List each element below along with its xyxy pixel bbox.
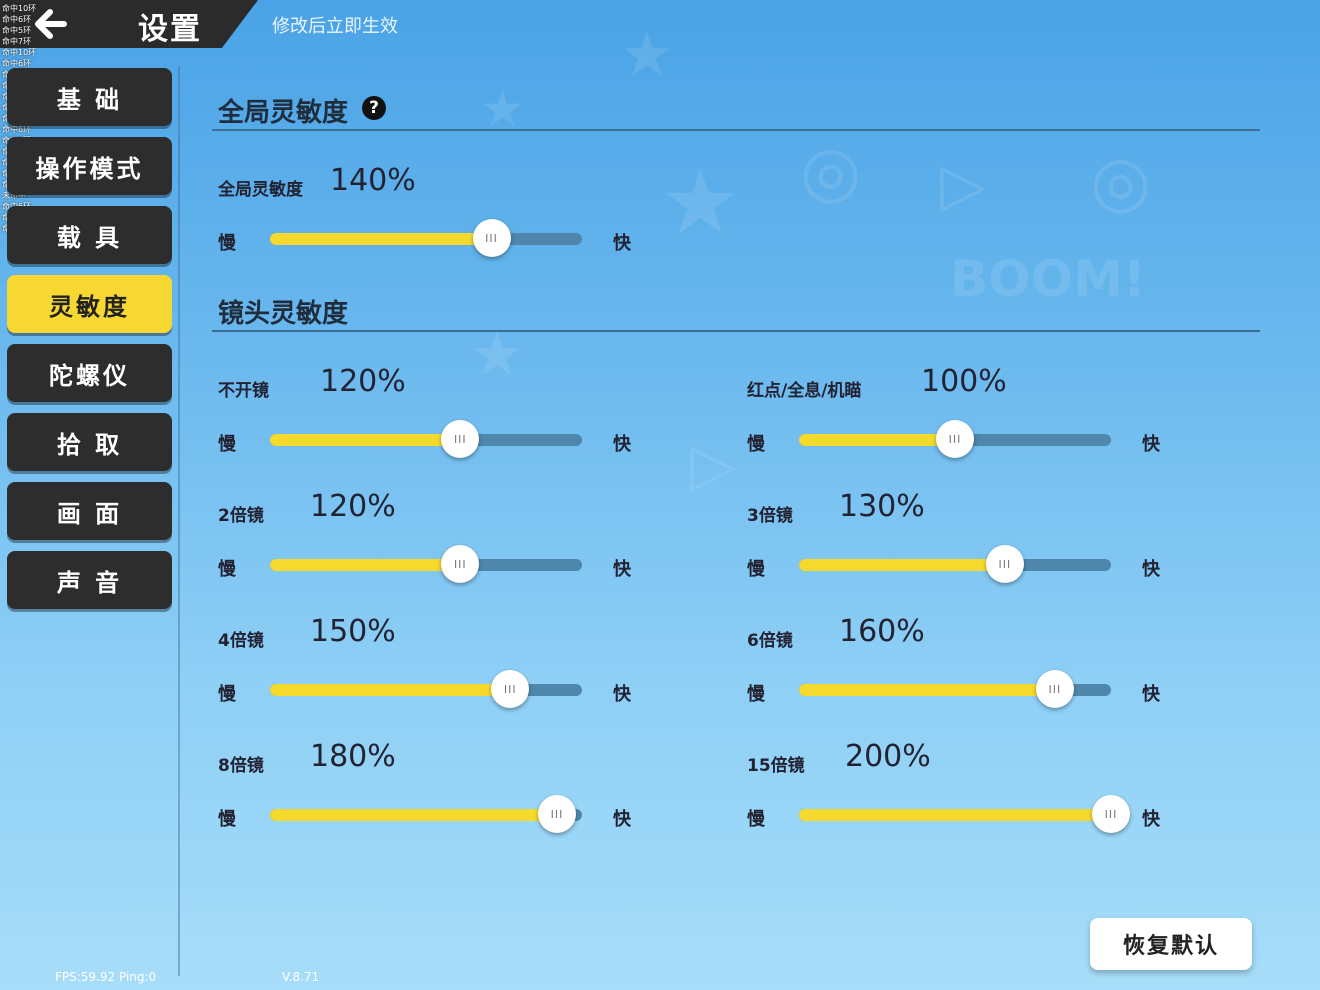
setting-value: 200%: [845, 739, 931, 774]
section-title-global: 全局灵敏度: [218, 98, 349, 128]
slow-label: 慢: [218, 684, 236, 705]
slow-label: 慢: [747, 809, 765, 830]
sensitivity-setting-3x: 3倍镜 130% 慢 III 快: [747, 489, 1207, 591]
sensitivity-slider[interactable]: III: [799, 420, 1111, 458]
slider-knob[interactable]: III: [1035, 670, 1074, 708]
setting-label: 15倍镜: [747, 756, 805, 776]
sidebar-item-pickup[interactable]: 拾 取: [7, 413, 172, 471]
section-divider: [212, 129, 1260, 131]
fast-label: 快: [1142, 434, 1160, 455]
setting-value: 160%: [839, 614, 925, 649]
fast-label: 快: [1142, 559, 1160, 580]
slider-fill: [799, 684, 1055, 696]
sensitivity-setting-6x: 6倍镜 160% 慢 III 快: [747, 614, 1207, 716]
reset-default-button[interactable]: 恢复默认: [1090, 918, 1252, 970]
setting-label: 3倍镜: [747, 506, 793, 526]
slow-label: 慢: [218, 559, 236, 580]
setting-value: 150%: [310, 614, 396, 649]
fast-label: 快: [613, 809, 631, 830]
slider-knob[interactable]: III: [472, 219, 511, 257]
slow-label: 慢: [747, 559, 765, 580]
setting-label: 全局灵敏度: [218, 180, 303, 200]
slow-label: 慢: [218, 233, 236, 254]
sensitivity-setting-no-scope: 不开镜 120% 慢 III 快: [218, 364, 678, 466]
slider-knob[interactable]: III: [985, 545, 1024, 583]
setting-label: 4倍镜: [218, 631, 264, 651]
setting-value: 140%: [330, 163, 416, 198]
hit-log-line: 命中10环: [2, 48, 37, 57]
fps-ping-readout: FPS:59.92 Ping:0: [55, 970, 157, 984]
slider-knob[interactable]: III: [1092, 795, 1130, 833]
sensitivity-setting-4x: 4倍镜 150% 慢 III 快: [218, 614, 678, 716]
sensitivity-setting-15x: 15倍镜 200% 慢 III 快: [747, 739, 1207, 841]
arrow-left-icon: [35, 9, 67, 39]
slider-knob[interactable]: III: [538, 795, 577, 833]
version-label: V.8.71: [282, 970, 320, 984]
slider-fill: [270, 233, 492, 245]
slow-label: 慢: [747, 434, 765, 455]
slider-fill: [270, 684, 511, 696]
sensitivity-slider[interactable]: III: [270, 795, 582, 833]
slow-label: 慢: [218, 809, 236, 830]
sensitivity-slider[interactable]: III: [270, 219, 582, 257]
setting-value: 120%: [310, 489, 396, 524]
sensitivity-setting-2x: 2倍镜 120% 慢 III 快: [218, 489, 678, 591]
slow-label: 慢: [218, 434, 236, 455]
sensitivity-setting-red-dot: 红点/全息/机瞄 100% 慢 III 快: [747, 364, 1207, 466]
setting-value: 130%: [839, 489, 925, 524]
slider-fill: [799, 434, 955, 446]
question-circle-icon[interactable]: ?: [362, 96, 386, 120]
back-button[interactable]: [30, 4, 70, 44]
slider-fill: [270, 809, 558, 821]
setting-label: 6倍镜: [747, 631, 793, 651]
sidebar: 基 础 操作模式 载 具 灵敏度 陀螺仪 拾 取 画 面 声 音: [7, 68, 172, 620]
sensitivity-slider[interactable]: III: [799, 545, 1111, 583]
sidebar-item-gyroscope[interactable]: 陀螺仪: [7, 344, 172, 402]
slider-knob[interactable]: III: [441, 545, 480, 583]
fast-label: 快: [613, 233, 631, 254]
setting-label: 红点/全息/机瞄: [747, 381, 862, 401]
sensitivity-setting-global: 全局灵敏度 140% 慢 III 快: [218, 163, 678, 265]
fast-label: 快: [1142, 684, 1160, 705]
page-subtitle: 修改后立即生效: [272, 16, 398, 37]
fast-label: 快: [613, 684, 631, 705]
setting-label: 2倍镜: [218, 506, 264, 526]
sidebar-item-basic[interactable]: 基 础: [7, 68, 172, 126]
slider-fill: [270, 434, 461, 446]
setting-value: 180%: [310, 739, 396, 774]
sidebar-item-sound[interactable]: 声 音: [7, 551, 172, 609]
slider-knob[interactable]: III: [936, 420, 974, 458]
section-title-camera: 镜头灵敏度: [218, 299, 349, 329]
sidebar-item-control-mode[interactable]: 操作模式: [7, 137, 172, 195]
sensitivity-slider[interactable]: III: [270, 545, 582, 583]
fast-label: 快: [613, 434, 631, 455]
sidebar-item-vehicle[interactable]: 载 具: [7, 206, 172, 264]
fast-label: 快: [613, 559, 631, 580]
slider-fill: [799, 559, 1005, 571]
setting-value: 100%: [921, 364, 1007, 399]
sensitivity-setting-8x: 8倍镜 180% 慢 III 快: [218, 739, 678, 841]
slider-fill: [270, 559, 461, 571]
sensitivity-slider[interactable]: III: [799, 795, 1130, 833]
setting-label: 8倍镜: [218, 756, 264, 776]
sidebar-divider: [178, 66, 180, 976]
page-title: 设置: [138, 12, 202, 47]
slider-knob[interactable]: III: [441, 420, 480, 458]
sidebar-item-graphics[interactable]: 画 面: [7, 482, 172, 540]
sensitivity-slider[interactable]: III: [270, 670, 582, 708]
setting-value: 120%: [320, 364, 406, 399]
fast-label: 快: [1142, 809, 1160, 830]
slider-fill: [799, 809, 1111, 821]
section-divider: [212, 330, 1260, 332]
sidebar-item-sensitivity[interactable]: 灵敏度: [7, 275, 172, 333]
slider-knob[interactable]: III: [491, 670, 530, 708]
setting-label: 不开镜: [218, 381, 269, 401]
sensitivity-slider[interactable]: III: [799, 670, 1111, 708]
sensitivity-slider[interactable]: III: [270, 420, 582, 458]
slow-label: 慢: [747, 684, 765, 705]
